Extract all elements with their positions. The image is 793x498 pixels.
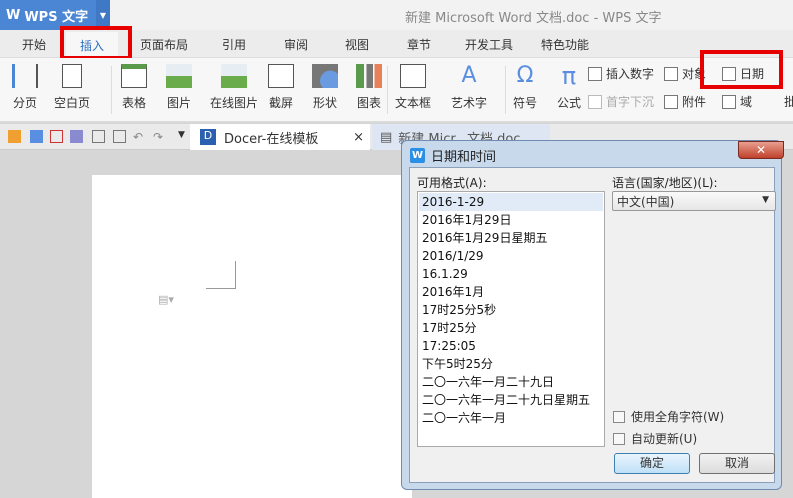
dialog-title-bar: W 日期和时间	[410, 146, 496, 165]
open-icon[interactable]	[8, 130, 21, 143]
cancel-button[interactable]: 取消	[699, 453, 775, 474]
wps-logo-icon: W	[6, 7, 21, 23]
formula-button[interactable]: π 公式	[556, 64, 582, 111]
format-item[interactable]: 二〇一六年一月二十九日星期五	[419, 391, 603, 409]
export-pdf-icon[interactable]	[50, 130, 63, 143]
undo-icon[interactable]: ↶	[133, 130, 146, 144]
tab-developer[interactable]: 开发工具	[465, 36, 513, 53]
format-item[interactable]: 2016年1月	[419, 283, 603, 301]
page-break-button[interactable]: 分页	[12, 64, 38, 111]
fullwidth-checkbox[interactable]: 使用全角字符(W)	[613, 408, 724, 425]
save-icon[interactable]	[30, 130, 43, 143]
format-item[interactable]: 16.1.29	[419, 265, 603, 283]
format-item[interactable]: 二〇一六年一月	[419, 409, 603, 427]
print-icon[interactable]	[70, 130, 83, 143]
language-select[interactable]: 中文(中国) ▼	[612, 191, 776, 211]
field-button[interactable]: 域	[722, 93, 752, 110]
formats-list[interactable]: 2016-1-29 2016年1月29日 2016年1月29日星期五 2016/1/2…	[417, 191, 605, 447]
docer-icon: D	[200, 129, 216, 145]
paste-options-icon[interactable]: ▤▾	[158, 293, 174, 306]
close-icon[interactable]: ×	[353, 130, 364, 145]
format-item[interactable]: 2016-1-29	[419, 193, 603, 211]
margin-corner-mark	[206, 261, 236, 289]
divider	[505, 66, 506, 114]
shapes-button[interactable]: 形状	[312, 64, 338, 111]
divider	[387, 66, 388, 114]
doc-tab-docer[interactable]: D Docer-在线模板 ×	[190, 124, 370, 150]
wps-icon: W	[410, 148, 425, 163]
format-item[interactable]: 17时25分	[419, 319, 603, 337]
format-item[interactable]: 二〇一六年一月二十九日	[419, 373, 603, 391]
print-preview-icon[interactable]	[92, 130, 105, 143]
attachment-button[interactable]: 附件	[664, 93, 706, 110]
format-item[interactable]: 下午5时25分	[419, 355, 603, 373]
formats-label: 可用格式(A):	[417, 176, 487, 190]
chart-button[interactable]: 图表	[356, 64, 382, 111]
tab-chapter[interactable]: 章节	[407, 36, 431, 53]
drop-cap-button[interactable]: 首字下沉	[588, 93, 654, 110]
language-label: 语言(国家/地区)(L):	[612, 176, 718, 190]
document-icon: ▤	[380, 129, 393, 145]
format-item[interactable]: 2016/1/29	[419, 247, 603, 265]
redo-icon[interactable]: ↷	[153, 130, 166, 144]
highlight-insert-tab	[60, 26, 132, 60]
dialog-title: 日期和时间	[431, 150, 497, 165]
ok-button[interactable]: 确定	[614, 453, 690, 474]
number-icon	[588, 66, 602, 81]
tab-review[interactable]: 审阅	[284, 36, 308, 53]
table-button[interactable]: 表格	[121, 64, 147, 111]
tab-page-layout[interactable]: 页面布局	[140, 36, 188, 53]
word-art-button[interactable]: A 艺术字	[451, 64, 487, 111]
format-item[interactable]: 17时25分5秒	[419, 301, 603, 319]
insert-number-button[interactable]: 插入数字	[588, 65, 654, 82]
blank-page-button[interactable]: 空白页	[54, 64, 90, 111]
online-picture-button[interactable]: 在线图片	[210, 64, 258, 111]
text-box-button[interactable]: 文本框	[395, 64, 431, 111]
date-time-dialog: W 日期和时间 ✕ 可用格式(A): 2016-1-29 2016年1月29日 201…	[401, 140, 784, 490]
screenshot-button[interactable]: 截屏	[268, 64, 294, 111]
tab-home[interactable]: 开始	[22, 36, 46, 53]
field-icon	[722, 94, 736, 109]
divider	[111, 66, 112, 114]
window-title: 新建 Microsoft Word 文档.doc - WPS 文字	[405, 11, 662, 26]
format-item[interactable]: 2016年1月29日星期五	[419, 229, 603, 247]
tab-features[interactable]: 特色功能	[541, 36, 589, 53]
object-icon	[664, 66, 678, 81]
picture-button[interactable]: 图片	[166, 64, 192, 111]
autoupdate-checkbox[interactable]: 自动更新(U)	[613, 430, 697, 447]
dialog-body: 可用格式(A): 2016-1-29 2016年1月29日 2016年1月29日星期…	[409, 167, 776, 483]
format-item[interactable]: 2016年1月29日	[419, 211, 603, 229]
find-icon[interactable]	[113, 130, 126, 143]
tab-references[interactable]: 引用	[222, 36, 246, 53]
attachment-icon	[664, 94, 678, 109]
symbol-button[interactable]: Ω 符号	[512, 64, 538, 111]
drop-cap-icon	[588, 94, 602, 109]
format-item[interactable]: 17:25:05	[419, 337, 603, 355]
document-page[interactable]: ▤▾	[92, 175, 412, 498]
tab-view[interactable]: 视图	[345, 36, 369, 53]
close-button[interactable]: ✕	[738, 141, 784, 159]
cut-off-button[interactable]: 批	[784, 93, 793, 110]
chevron-down-icon: ▼	[762, 195, 769, 205]
app-name: WPS 文字	[24, 9, 89, 25]
highlight-date-button	[700, 50, 783, 89]
